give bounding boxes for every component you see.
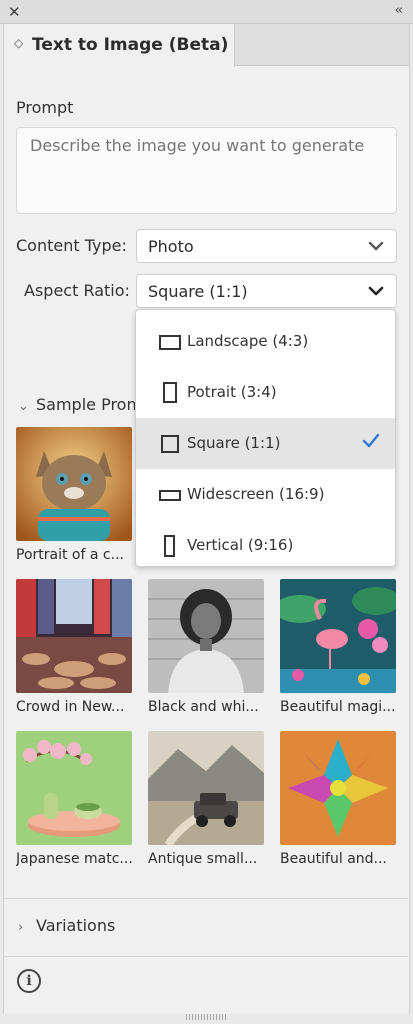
sample-prompts-heading: Sample Pron (36, 395, 137, 414)
content-type-select[interactable]: Photo (136, 229, 397, 263)
sample-thumbnail-kitten[interactable] (16, 427, 132, 541)
square-frame-icon (161, 435, 179, 453)
chevron-updown-icon: ◇ (14, 36, 24, 50)
aspect-option-landscape[interactable]: Landscape (4:3) (136, 316, 395, 367)
aspect-ratio-dropdown: Landscape (4:3) Potrait (3:4) Square (1:… (135, 309, 396, 567)
sample-prompts-header[interactable]: ⌄ Sample Pron (18, 395, 137, 414)
chevron-down-icon (368, 286, 384, 296)
sample-caption: Crowd in New... (16, 699, 125, 715)
landscape-frame-icon (159, 335, 181, 350)
panel-titlebar: ✕ ‹‹ (0, 0, 413, 24)
sample-thumbnail-origami[interactable] (280, 731, 396, 845)
tab-title: Text to Image (Beta) (32, 35, 229, 55)
chevron-down-icon (368, 241, 384, 251)
aspect-option-label: Landscape (4:3) (187, 332, 309, 350)
sample-caption: Japanese matc... (16, 851, 133, 867)
chevron-right-icon: › (18, 920, 24, 935)
prompt-label: Prompt (16, 98, 74, 117)
sample-caption: Beautiful and... (280, 851, 387, 867)
aspect-option-square[interactable]: Square (1:1) (136, 418, 395, 469)
aspect-ratio-select[interactable]: Square (1:1) (136, 274, 397, 308)
sample-card[interactable]: Black and whi... (148, 579, 266, 715)
close-icon[interactable]: ✕ (8, 3, 21, 21)
variations-heading: Variations (36, 916, 116, 935)
variations-header[interactable]: › Variations (18, 916, 115, 935)
sample-thumbnail-antique-car[interactable] (148, 731, 264, 845)
aspect-option-widescreen[interactable]: Widescreen (16:9) (136, 469, 395, 520)
sample-thumbnail-portrait[interactable] (148, 579, 264, 693)
sample-card[interactable]: Beautiful magi... (280, 579, 398, 715)
aspect-option-vertical[interactable]: Vertical (9:16) (136, 520, 395, 566)
sample-card[interactable]: Beautiful and... (280, 731, 398, 867)
collapse-panel-icon[interactable]: ‹‹ (395, 3, 404, 18)
aspect-option-label: Widescreen (16:9) (187, 485, 325, 503)
info-icon[interactable]: i (17, 969, 41, 993)
divider (3, 956, 408, 957)
resize-grip[interactable] (186, 1014, 226, 1020)
aspect-ratio-label: Aspect Ratio: (24, 281, 130, 300)
aspect-option-label: Square (1:1) (187, 434, 281, 452)
sample-caption: Beautiful magi... (280, 699, 396, 715)
prompt-input[interactable] (16, 127, 397, 214)
content-type-value: Photo (148, 237, 194, 256)
checkmark-icon (362, 433, 380, 448)
tab-strip: ◇ Text to Image (Beta) (4, 24, 409, 67)
tab-text-to-image[interactable]: ◇ Text to Image (Beta) (4, 24, 235, 67)
chevron-down-icon: ⌄ (18, 399, 29, 414)
sample-card[interactable]: Japanese matc... (16, 731, 134, 867)
sample-thumbnail-flamingo[interactable] (280, 579, 396, 693)
aspect-option-label: Potrait (3:4) (187, 383, 277, 401)
sample-card[interactable]: Portrait of a c... (16, 427, 134, 563)
sample-caption: Black and whi... (148, 699, 259, 715)
aspect-option-portrait[interactable]: Potrait (3:4) (136, 367, 395, 418)
sample-card[interactable]: Antique small... (148, 731, 266, 867)
aspect-option-label: Vertical (9:16) (187, 536, 294, 554)
widescreen-frame-icon (159, 490, 181, 501)
sample-card[interactable]: Crowd in New... (16, 579, 134, 715)
sample-thumbnail-crowd[interactable] (16, 579, 132, 693)
sample-caption: Portrait of a c... (16, 547, 124, 563)
divider (3, 898, 408, 899)
vertical-frame-icon (164, 535, 175, 557)
content-type-label: Content Type: (16, 236, 127, 255)
aspect-ratio-value: Square (1:1) (148, 282, 248, 301)
sample-thumbnail-matcha[interactable] (16, 731, 132, 845)
sample-caption: Antique small... (148, 851, 258, 867)
portrait-frame-icon (163, 382, 177, 403)
